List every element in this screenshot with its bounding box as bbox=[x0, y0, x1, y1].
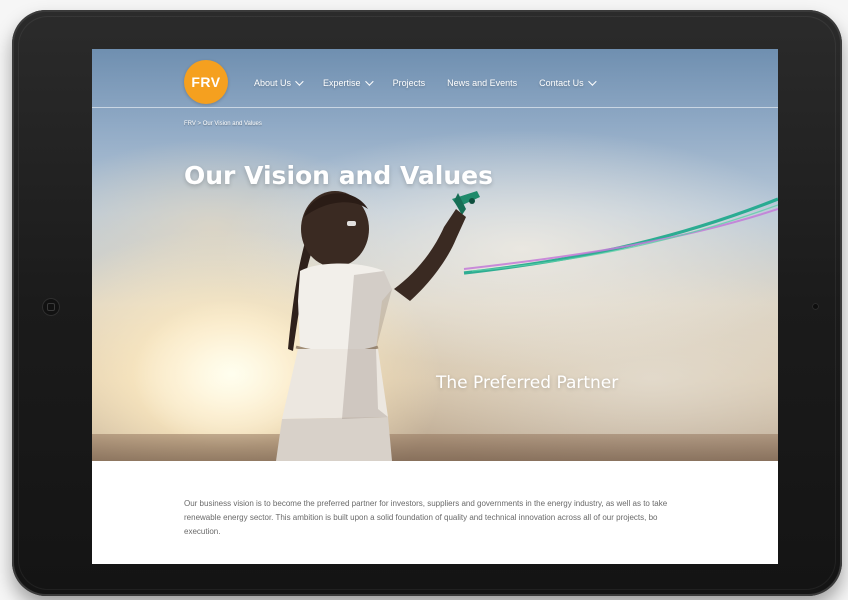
hero-tagline: The Preferred Partner bbox=[436, 373, 619, 393]
tablet-screen: FRV About Us Expertise Projects News and… bbox=[92, 49, 778, 564]
nav-item-label: Projects bbox=[392, 78, 426, 88]
device-mockup-stage: FRV About Us Expertise Projects News and… bbox=[0, 0, 848, 600]
nav-item-label: Expertise bbox=[323, 78, 361, 88]
page-title: Our Vision and Values bbox=[184, 161, 494, 190]
nav-item-about-us[interactable]: About Us bbox=[254, 77, 304, 88]
breadcrumb[interactable]: FRV > Our Vision and Values bbox=[184, 121, 262, 127]
nav-item-news-and-events[interactable]: News and Events bbox=[447, 78, 517, 88]
front-camera bbox=[812, 303, 819, 310]
kite-ribbon-green bbox=[463, 197, 778, 275]
intro-paragraph: Our business vision is to become the pre… bbox=[184, 499, 668, 536]
home-button bbox=[42, 298, 60, 316]
frv-logo[interactable]: FRV bbox=[184, 60, 228, 104]
chevron-down-icon bbox=[587, 77, 597, 86]
nav-item-label: About Us bbox=[254, 78, 292, 88]
nav-divider bbox=[92, 107, 778, 108]
chevron-down-icon bbox=[295, 77, 304, 86]
nav-item-label: News and Events bbox=[447, 78, 518, 88]
nav-item-label: Contact Us bbox=[539, 78, 584, 88]
chevron-down-icon bbox=[364, 77, 374, 86]
nav-item-projects[interactable]: Projects bbox=[393, 78, 426, 88]
nav-item-expertise[interactable]: Expertise bbox=[323, 77, 374, 88]
girl-arm bbox=[394, 209, 466, 301]
content-section: Our business vision is to become the pre… bbox=[92, 461, 778, 564]
hero-banner: FRV About Us Expertise Projects News and… bbox=[92, 49, 778, 461]
nav-item-contact-us[interactable]: Contact Us bbox=[539, 77, 597, 88]
hero-photo-girl-with-kite bbox=[276, 191, 778, 461]
main-navigation: About Us Expertise Projects News and Eve… bbox=[254, 75, 616, 91]
